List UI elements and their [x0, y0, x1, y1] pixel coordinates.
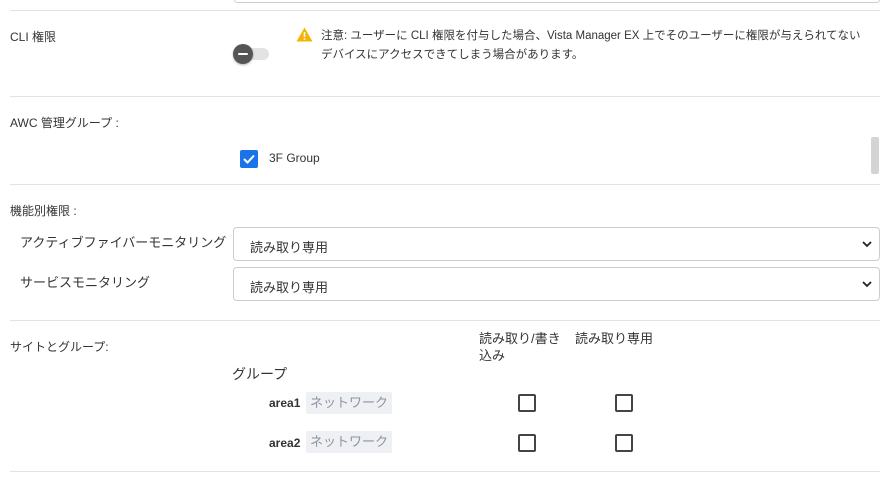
area1-read-write-checkbox[interactable] [518, 394, 536, 412]
group-column-header: グループ [232, 366, 288, 382]
feature-permission-label: 機能別権限 : [10, 204, 77, 218]
col-read-only-header: 読み取り専用 [575, 331, 654, 346]
group-list-scrollbar[interactable] [871, 137, 879, 174]
col-read-write-line1: 読み取り/書き [479, 331, 561, 346]
select-value: 読み取り専用 [250, 240, 329, 255]
sites-groups-label: サイトとグループ: [10, 340, 109, 354]
service-monitoring-label: サービスモニタリング [20, 275, 151, 290]
cli-permission-toggle[interactable] [233, 44, 269, 64]
previous-field-edge [234, 0, 880, 3]
site-type-badge: ネットワーク [306, 431, 393, 453]
service-monitoring-select[interactable]: 読み取り専用 [233, 267, 880, 301]
warning-icon [296, 27, 313, 42]
site-row-name: area2 [269, 436, 301, 450]
chevron-down-icon [862, 281, 872, 288]
group-3f-checkbox[interactable] [240, 150, 258, 168]
chevron-down-icon [862, 241, 872, 248]
checkmark-icon [243, 154, 255, 164]
area2-read-only-checkbox[interactable] [615, 434, 633, 452]
select-value: 読み取り専用 [250, 280, 329, 295]
col-read-write-line2: 込み [479, 348, 506, 363]
col-read-write-header: 読み取り/書き 込み [479, 330, 561, 364]
divider [10, 471, 880, 472]
divider [10, 10, 880, 11]
group-3f-label: 3F Group [269, 151, 320, 165]
fiber-monitoring-select[interactable]: 読み取り専用 [233, 227, 880, 261]
divider [10, 320, 880, 321]
area2-read-write-checkbox[interactable] [518, 434, 536, 452]
cli-permission-label: CLI 権限 [10, 30, 57, 44]
site-row-name: area1 [269, 396, 301, 410]
cli-warning-text: 注意: ユーザーに CLI 権限を付与した場合、Vista Manager EX… [321, 30, 861, 61]
awc-group-label: AWC 管理グループ : [10, 116, 119, 130]
fiber-monitoring-label: アクティブファイバーモニタリング [20, 235, 227, 250]
area1-read-only-checkbox[interactable] [615, 394, 633, 412]
divider [10, 184, 880, 185]
site-type-badge: ネットワーク [306, 392, 393, 414]
toggle-knob-icon [233, 44, 253, 64]
divider [10, 96, 880, 97]
